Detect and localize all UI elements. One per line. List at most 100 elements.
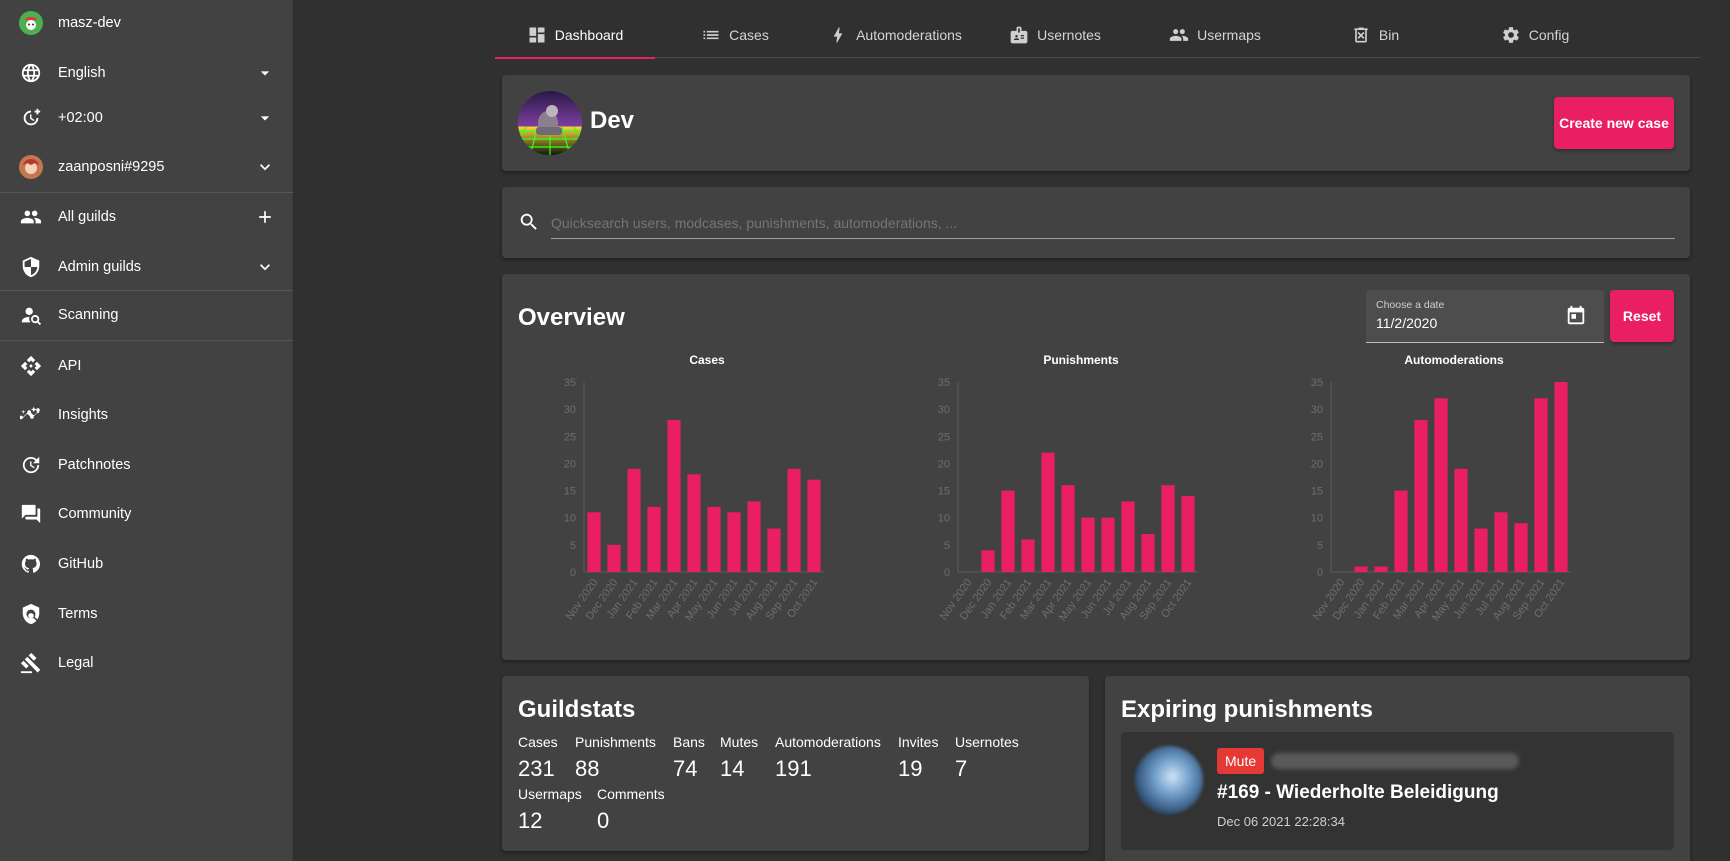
sidebar: masz-dev English +02:00 zaanposni#9295 A…: [0, 0, 293, 861]
badge-icon: [1010, 26, 1028, 44]
y-tick-label: 30: [1311, 404, 1323, 416]
sidebar-item-github[interactable]: GitHub: [0, 541, 293, 587]
sidebar-item-api[interactable]: API: [0, 343, 293, 389]
bar: [1041, 452, 1055, 572]
guild-header-card: Dev Create new case: [502, 75, 1690, 171]
bar: [981, 550, 995, 572]
api-icon: [19, 354, 43, 378]
expiring-item[interactable]: Mute #169 - Wiederholte Beleidigung Dec …: [1121, 732, 1674, 850]
sidebar-item-terms[interactable]: Terms: [0, 591, 293, 637]
reset-button[interactable]: Reset: [1610, 290, 1674, 342]
y-tick-label: 35: [1311, 377, 1323, 389]
github-icon: [19, 552, 43, 576]
stat-invites-label: Invites: [898, 734, 939, 750]
y-tick-label: 5: [1317, 540, 1323, 552]
forum-icon: [19, 502, 43, 526]
stat-punishments-value: 88: [575, 756, 600, 781]
user-menu[interactable]: zaanposni#9295: [0, 144, 293, 190]
expiring-title: Expiring punishments: [1121, 696, 1374, 723]
sidebar-item-patchnotes[interactable]: Patchnotes: [0, 442, 293, 488]
tab-cases[interactable]: Cases: [655, 12, 815, 58]
sidebar-item-all-guilds[interactable]: All guilds: [0, 194, 293, 240]
stat-mutes-label: Mutes: [720, 734, 759, 750]
stat-usernotes-value: 7: [955, 756, 968, 781]
bar: [607, 544, 621, 572]
bar: [767, 528, 781, 572]
y-tick-label: 15: [1311, 486, 1323, 498]
trash-icon: [1354, 27, 1368, 43]
gavel-icon: [19, 651, 43, 675]
y-tick-label: 0: [570, 567, 576, 579]
chevron-down-icon: [255, 157, 275, 177]
sidebar-item-label: Community: [58, 506, 132, 522]
create-case-button[interactable]: Create new case: [1554, 97, 1674, 149]
y-tick-label: 5: [570, 540, 576, 552]
user-avatar: [1135, 746, 1203, 814]
calendar-icon[interactable]: [1565, 305, 1587, 327]
add-icon[interactable]: [255, 207, 275, 227]
bar: [1394, 490, 1408, 572]
user-avatar: [19, 155, 43, 179]
language-select[interactable]: English: [0, 50, 293, 96]
date-picker-value: 11/2/2020: [1376, 315, 1438, 331]
y-tick-label: 25: [564, 431, 576, 443]
tab-label: Config: [1528, 27, 1570, 43]
timezone-select[interactable]: +02:00: [0, 95, 293, 141]
punishment-type-badge: Mute: [1217, 748, 1265, 774]
sidebar-item-label: Insights: [58, 407, 108, 423]
sidebar-item-scanning[interactable]: Scanning: [0, 292, 293, 338]
bar: [1514, 523, 1528, 572]
guild-avatar: [518, 91, 582, 155]
y-tick-label: 0: [944, 567, 950, 579]
bar: [1101, 517, 1115, 572]
y-tick-label: 10: [938, 513, 950, 525]
sidebar-item-community[interactable]: Community: [0, 491, 293, 537]
bar: [1454, 468, 1468, 572]
tab-config[interactable]: Config: [1455, 12, 1615, 58]
y-tick-label: 30: [564, 404, 576, 416]
y-tick-label: 10: [564, 513, 576, 525]
y-tick-label: 0: [1317, 567, 1323, 579]
people-icon: [19, 205, 43, 229]
case-date: Dec 06 2021 22:28:34: [1217, 814, 1345, 829]
list-icon: [703, 30, 719, 40]
bar: [787, 468, 801, 572]
sidebar-item-admin-guilds[interactable]: Admin guilds: [0, 244, 293, 290]
stat-comments-value: 0: [597, 808, 610, 833]
bar: [727, 512, 741, 572]
y-tick-label: 20: [938, 458, 950, 470]
y-tick-label: 10: [1311, 513, 1323, 525]
bar: [1021, 539, 1035, 572]
policy-icon: [19, 602, 43, 626]
tab-label: Cases: [729, 27, 769, 43]
tab-bin[interactable]: Bin: [1295, 12, 1455, 58]
date-picker-label: Choose a date: [1376, 299, 1445, 311]
sidebar-app-header[interactable]: masz-dev: [0, 0, 293, 46]
tab-usermaps[interactable]: Usermaps: [1135, 12, 1295, 58]
tab-usernotes[interactable]: Usernotes: [975, 12, 1135, 58]
bar: [687, 474, 701, 572]
date-picker-field[interactable]: Choose a date 11/2/2020: [1366, 290, 1604, 343]
sidebar-item-legal[interactable]: Legal: [0, 640, 293, 686]
tab-dashboard[interactable]: Dashboard: [495, 12, 655, 59]
stat-cases-label: Cases: [518, 734, 558, 750]
sidebar-divider: [0, 340, 293, 341]
sidebar-divider: [0, 192, 293, 193]
bar: [1081, 517, 1095, 572]
overview-title: Overview: [518, 304, 625, 331]
gear-icon: [1502, 27, 1519, 43]
expiring-punishments-card: Expiring punishments Mute #169 - Wiederh…: [1105, 676, 1690, 861]
sidebar-item-label: API: [58, 358, 82, 374]
tab-label: Usermaps: [1197, 27, 1261, 43]
sidebar-divider: [0, 290, 293, 291]
tab-automoderations[interactable]: Automoderations: [815, 12, 975, 58]
sidebar-item-insights[interactable]: Insights: [0, 392, 293, 438]
bolt-icon: [833, 27, 843, 43]
bar: [1141, 534, 1155, 572]
case-title: #169 - Wiederholte Beleidigung: [1217, 782, 1499, 803]
bar: [1434, 398, 1448, 572]
y-tick-label: 15: [938, 486, 950, 498]
update-icon: [19, 453, 43, 477]
masz-logo-icon: [19, 11, 43, 35]
quicksearch-input[interactable]: [551, 207, 1675, 239]
